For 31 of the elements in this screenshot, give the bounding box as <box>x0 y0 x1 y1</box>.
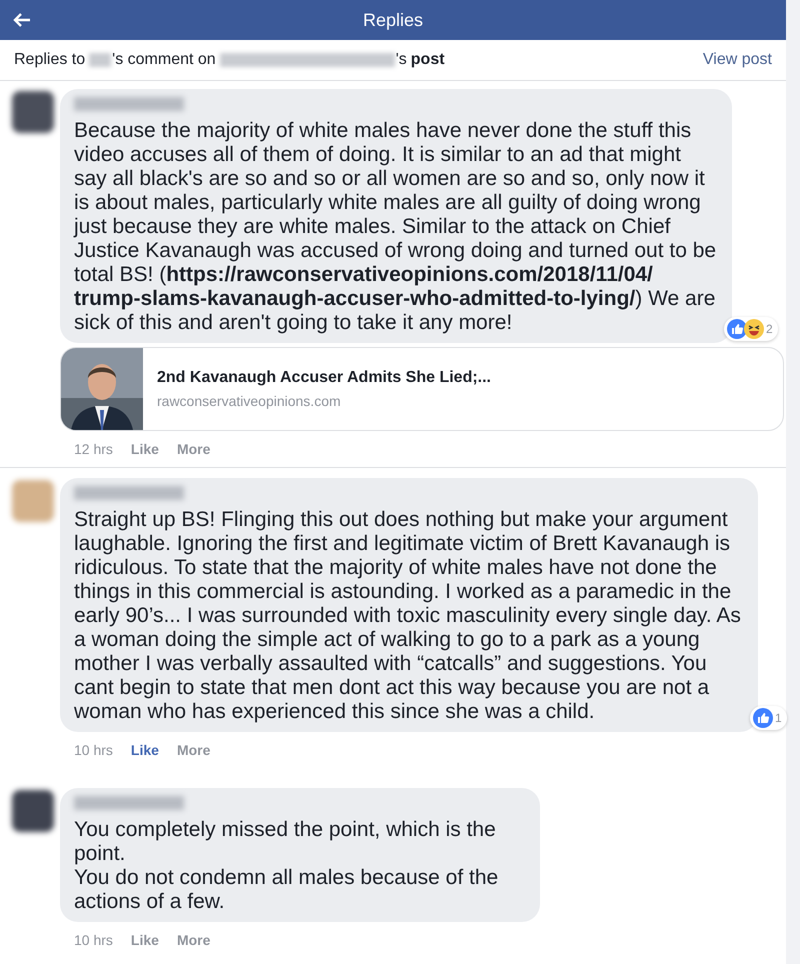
like-link[interactable]: Like <box>130 932 159 948</box>
context-text: 's <box>396 51 407 69</box>
preview-title: 2nd Kavanaugh Accuser Admits She Lied;... <box>157 369 491 387</box>
context-text: Replies to <box>14 51 86 69</box>
comment-text: Because the majority of white males have never done the stuff this video accuses all of them of doing. It is similar to an ad that might say all black's are so and so or all women are so and so, only now it is about males, particularly white males are all guilty of doing wrong just because they are white males. Similar to the attack on Chief Justice Kavanaugh was accused of wrong doing and turned out to be total BS! (https://rawconservativeopinions.com/2018/11/04/ trump-slams-kavanaugh-accuser-who-admitted-to-lying/) We are sick of this and aren't going to take it any more! <box>74 119 718 335</box>
preview-domain: rawconservativeopinions.com <box>157 393 342 409</box>
context-text: 's comment on <box>112 51 216 69</box>
comment-text: You completely missed the point, which is the point. You do not condemn all males because of the actions of a few. <box>74 818 500 914</box>
reaction-summary[interactable]: 1 <box>750 706 787 730</box>
reaction-summary[interactable]: 2 <box>724 317 778 341</box>
like-link[interactable]: Like <box>130 742 159 758</box>
view-post-link[interactable]: View post <box>702 51 772 69</box>
laughing-face-icon <box>744 319 764 339</box>
like-link[interactable]: Like <box>130 441 159 457</box>
blurred-name <box>89 53 112 67</box>
more-link[interactable]: More <box>176 441 210 457</box>
post-label: post <box>410 51 445 69</box>
avatar[interactable] <box>12 790 54 832</box>
link-preview-card[interactable]: 2nd Kavanaugh Accuser Admits She Lied;... rawconservativeopinions.com <box>60 347 784 431</box>
thumbs-up-icon <box>727 319 747 339</box>
timestamp: 12 hrs <box>74 441 113 457</box>
timestamp: 10 hrs <box>74 932 113 948</box>
reaction-count: 2 <box>766 322 773 336</box>
avatar[interactable] <box>12 91 54 133</box>
thumbs-up-icon <box>753 708 773 728</box>
reaction-count: 1 <box>775 711 782 725</box>
page-title: Replies <box>362 10 424 30</box>
comment-text: Straight up BS! Flinging this out does nothing but make your argument laughable. Ignoring the first and legitimate victim of Brett Kavanaugh is ridiculous. To state that the majority of white males have not done the things in this commercial is astounding. I worked as a paramedic in the early 90’s... I was surrounded with toxic masculinity every single day. As a woman doing the simple act of walking to go to a park as a young mother I was verbally assaulted with “catcalls” and suggestions. You cant begin to state that men dont act this way because you are not a woman who has experienced this since she was a child. <box>74 508 742 724</box>
more-link[interactable]: More <box>176 742 210 758</box>
timestamp: 10 hrs <box>74 742 113 758</box>
more-link[interactable]: More <box>176 932 210 948</box>
